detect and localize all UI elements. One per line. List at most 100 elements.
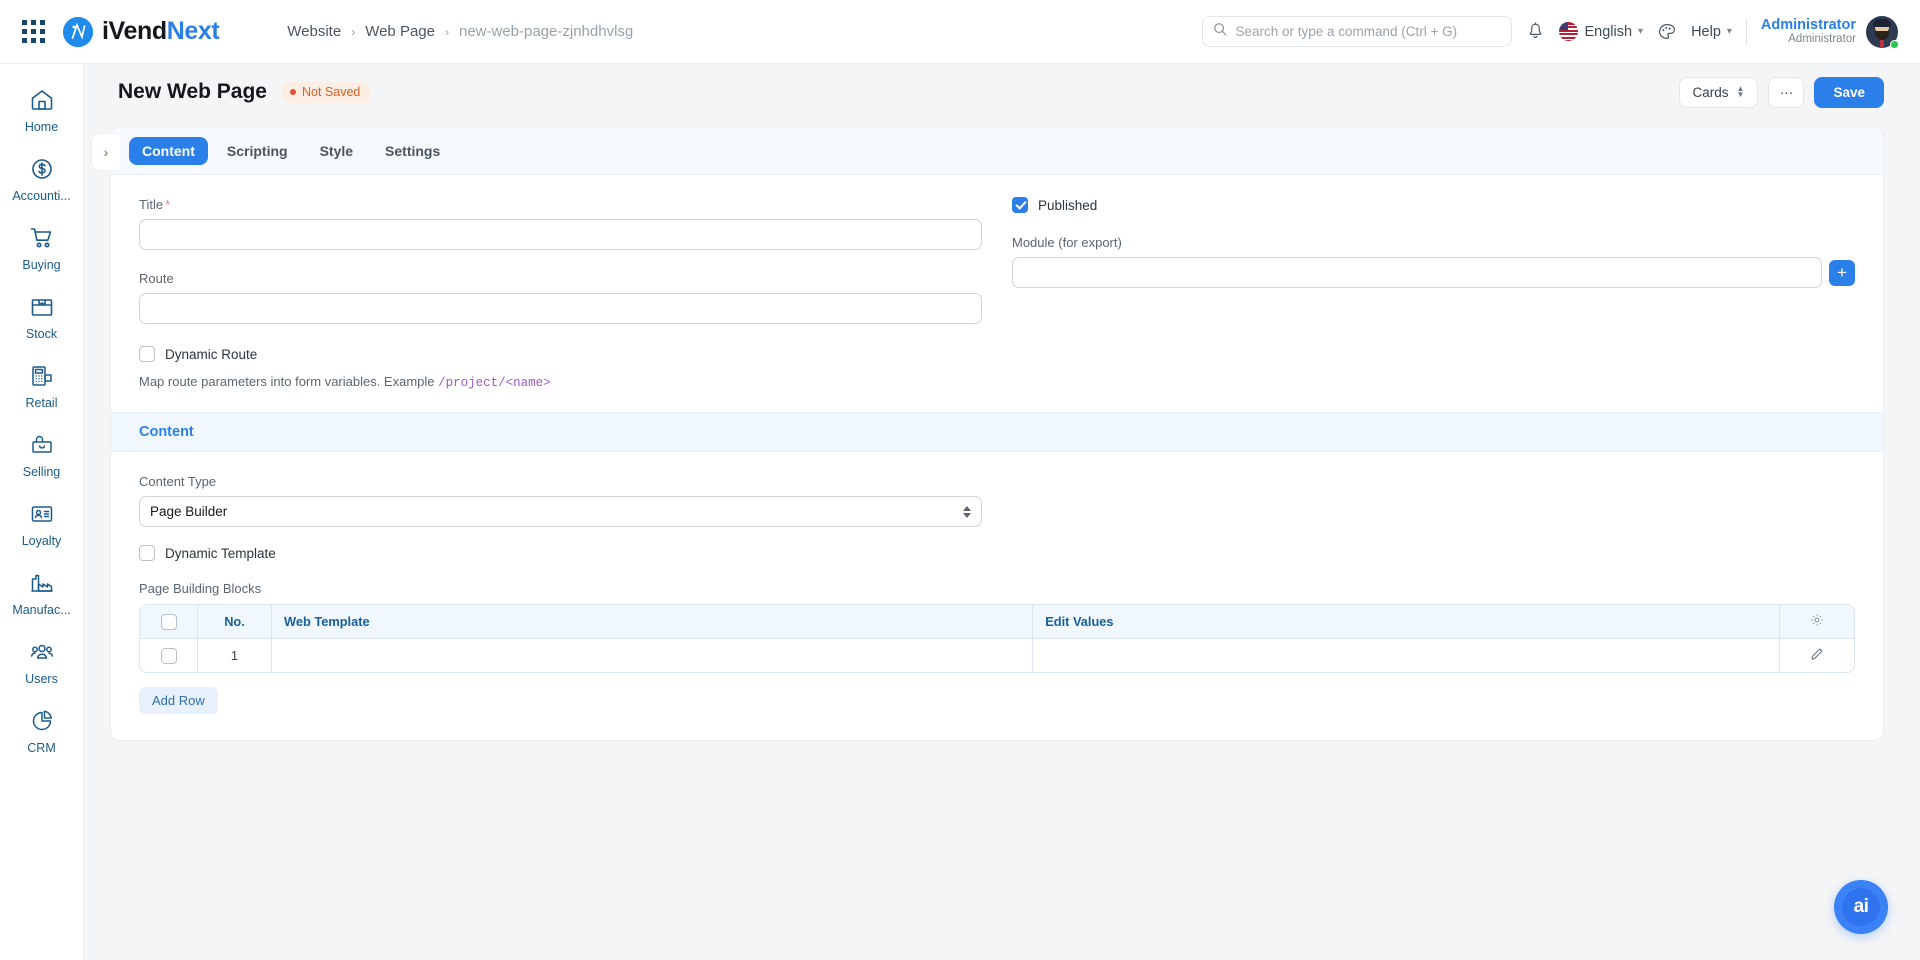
- dynamic-route-label[interactable]: Dynamic Route: [165, 347, 257, 362]
- factory-icon: [29, 570, 55, 596]
- global-search[interactable]: [1202, 16, 1513, 47]
- sidebar-item-accounting[interactable]: Accounti...: [0, 145, 83, 214]
- chevron-right-icon: ›: [103, 144, 109, 160]
- avatar[interactable]: [1866, 15, 1899, 49]
- route-help-sentence: Map route parameters into form variables…: [139, 374, 439, 389]
- sidebar-item-retail[interactable]: Retail: [0, 352, 83, 421]
- column-header-web-template: Web Template: [272, 605, 1034, 638]
- page-building-blocks-label: Page Building Blocks: [139, 581, 262, 596]
- sidebar-item-label: CRM: [27, 741, 56, 755]
- dynamic-route-checkbox-row[interactable]: Dynamic Route: [139, 346, 982, 362]
- add-row-button[interactable]: Add Row: [139, 687, 218, 714]
- tab-content[interactable]: Content: [129, 136, 208, 165]
- sidebar-item-label: Selling: [22, 465, 61, 479]
- sidebar-item-selling[interactable]: Selling: [0, 421, 83, 490]
- table-settings-button[interactable]: [1780, 605, 1854, 638]
- row-edit-button[interactable]: [1780, 639, 1854, 672]
- table-row[interactable]: 1: [140, 639, 1854, 672]
- sidebar-item-stock[interactable]: Stock: [0, 283, 83, 352]
- pos-terminal-icon: [29, 363, 55, 389]
- apps-grid-icon[interactable]: [22, 20, 45, 43]
- select-all-checkbox[interactable]: [160, 613, 177, 630]
- basic-left-column: Title * Route Dynamic Route Map route par…: [139, 197, 982, 390]
- tab-style[interactable]: Style: [307, 137, 366, 165]
- more-options-button[interactable]: ···: [1768, 76, 1805, 108]
- language-selector[interactable]: English ▾: [1559, 22, 1643, 41]
- theme-palette-icon[interactable]: [1657, 22, 1677, 42]
- top-navbar: iVendNext Website › Web Page › new-web-p…: [0, 0, 1920, 64]
- content-section-heading: Content: [111, 412, 1883, 452]
- ai-assistant-button[interactable]: ai: [1834, 880, 1888, 934]
- row-select-cell: [140, 639, 198, 672]
- sidebar-item-crm[interactable]: CRM: [0, 697, 83, 766]
- content-section: Content Type Dynamic Template Page Build…: [111, 452, 1883, 714]
- content-right-column: [1012, 474, 1855, 561]
- breadcrumb: Website › Web Page › new-web-page-zjnhdh…: [287, 23, 633, 40]
- row-web-template[interactable]: [272, 639, 1034, 672]
- sidebar-item-loyalty[interactable]: Loyalty: [0, 490, 83, 559]
- select-all-cell: [140, 605, 198, 638]
- user-role: Administrator: [1788, 33, 1856, 46]
- save-button-label: Save: [1833, 84, 1865, 100]
- published-label[interactable]: Published: [1038, 198, 1097, 213]
- sidebar-item-users[interactable]: Users: [0, 628, 83, 697]
- module-input[interactable]: [1012, 257, 1822, 288]
- sidebar-item-label: Manufac...: [12, 603, 71, 617]
- dynamic-route-checkbox[interactable]: [139, 346, 155, 362]
- module-field-group: Module (for export) +: [1012, 235, 1855, 288]
- content-type-select[interactable]: [139, 496, 982, 527]
- users-icon: [29, 639, 55, 665]
- title-input[interactable]: [139, 219, 982, 250]
- dynamic-template-checkbox[interactable]: [139, 545, 155, 561]
- online-status-dot: [1890, 39, 1899, 49]
- left-sidebar: Home Accounti... Buying Stock Retail Sel…: [0, 64, 84, 960]
- sidebar-item-label: Retail: [25, 396, 58, 410]
- sidebar-item-label: Buying: [22, 258, 61, 272]
- tab-settings[interactable]: Settings: [372, 137, 453, 165]
- user-menu[interactable]: Administrator Administrator: [1761, 15, 1899, 49]
- search-input[interactable]: [1235, 24, 1502, 39]
- add-module-button[interactable]: +: [1829, 259, 1855, 286]
- pencil-icon: [1810, 647, 1824, 664]
- id-card-icon: [29, 501, 55, 527]
- help-menu[interactable]: Help ▾: [1691, 24, 1732, 40]
- page-building-blocks-group: Page Building Blocks No. Web Template Ed…: [139, 581, 1855, 714]
- user-name: Administrator: [1760, 16, 1856, 33]
- breadcrumb-item-website[interactable]: Website: [287, 23, 341, 40]
- save-button[interactable]: Save: [1814, 76, 1884, 108]
- route-field-group: Route: [139, 271, 982, 324]
- required-marker: *: [165, 197, 171, 212]
- stepper-icon: ▲ ▼: [1736, 84, 1745, 99]
- user-names: Administrator Administrator: [1761, 17, 1856, 47]
- box-icon: [29, 294, 55, 320]
- title-label-text: Title: [139, 197, 164, 212]
- notifications-bell-icon[interactable]: [1526, 22, 1545, 41]
- sidebar-item-label: Loyalty: [21, 534, 62, 548]
- navbar-right: English ▾ Help ▾ Administrator Administr…: [1202, 15, 1920, 49]
- pie-chart-icon: [29, 708, 55, 734]
- help-label: Help: [1691, 23, 1721, 40]
- row-no: 1: [198, 639, 272, 672]
- dynamic-template-checkbox-row[interactable]: Dynamic Template: [139, 545, 982, 561]
- content-type-label: Content Type: [139, 474, 217, 489]
- search-icon: [1213, 22, 1227, 41]
- chevron-down-icon: ▾: [1638, 26, 1644, 37]
- route-input[interactable]: [139, 293, 982, 324]
- dynamic-template-label[interactable]: Dynamic Template: [165, 546, 276, 561]
- sidebar-collapse-toggle[interactable]: ›: [92, 134, 120, 170]
- published-checkbox[interactable]: [1012, 197, 1028, 213]
- view-mode-select[interactable]: Cards ▲ ▼: [1678, 76, 1759, 108]
- sidebar-item-home[interactable]: Home: [0, 76, 83, 145]
- row-edit-values[interactable]: [1033, 639, 1780, 672]
- breadcrumb-item-current: new-web-page-zjnhdhvlsg: [458, 23, 634, 40]
- route-field-label: Route: [139, 271, 174, 286]
- column-header-no: No.: [198, 605, 272, 638]
- home-icon: [29, 87, 55, 113]
- row-select-checkbox[interactable]: [160, 647, 177, 664]
- sidebar-item-buying[interactable]: Buying: [0, 214, 83, 283]
- published-checkbox-row[interactable]: Published: [1012, 197, 1855, 213]
- breadcrumb-item-web-page[interactable]: Web Page: [365, 23, 435, 40]
- brand-logo-link[interactable]: iVendNext: [63, 16, 220, 47]
- tab-scripting[interactable]: Scripting: [214, 137, 301, 165]
- sidebar-item-manufacturing[interactable]: Manufac...: [0, 559, 83, 628]
